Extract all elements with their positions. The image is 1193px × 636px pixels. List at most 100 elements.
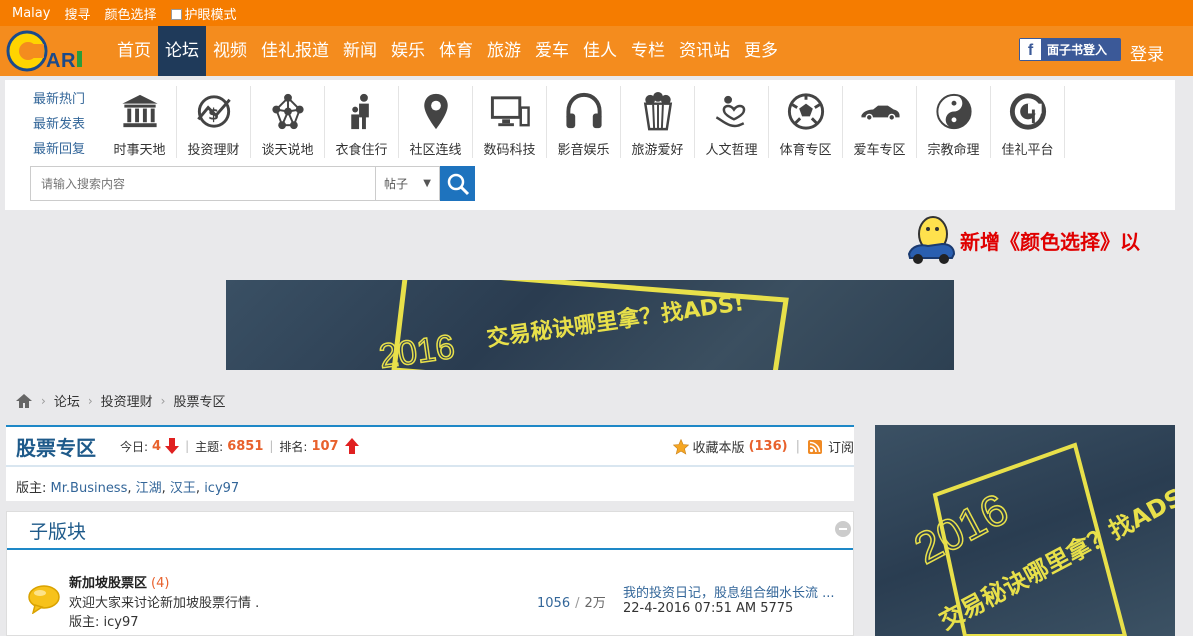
nav-item[interactable]: 视频 [206,26,254,76]
subforum-posts: 2万 [584,596,606,611]
nav-item[interactable]: 论坛 [158,26,206,76]
breadcrumb-stocks[interactable]: 股票专区 [173,391,225,410]
last-post-link[interactable]: 我的投资日记，股息组合细水长流 ... [623,582,835,601]
category-label: 体育专区 [779,143,832,158]
nav-item[interactable]: 更多 [737,26,785,76]
banner-ad-graphic: 2016 交易秘诀哪里拿？找ADS! [376,280,789,370]
category-item[interactable]: 影音娱乐 [547,86,621,158]
collapse-icon[interactable] [835,521,851,537]
search-icon [447,173,469,195]
nav-item[interactable]: 专栏 [624,26,672,76]
moderator-link[interactable]: 汉王 [170,481,196,496]
rank-value: 107 [311,438,339,454]
eyecare-toggle[interactable]: 护眼模式 [170,4,237,23]
category-item[interactable]: 人文哲理 [695,86,769,158]
latest-hot-link[interactable]: 最新热门 [33,90,85,109]
side-ad-graphic: 2016 交易秘诀哪里拿？找ADS! [906,442,1175,636]
nav-item[interactable]: 体育 [432,26,480,76]
color-select-link[interactable]: 颜色选择 [104,4,156,23]
moderator-link[interactable]: icy97 [204,481,239,496]
search-button[interactable] [440,166,475,201]
chevron-right-icon: › [87,393,93,408]
category-item[interactable]: 旅游爱好 [621,86,695,158]
slash-separator: / [575,596,580,611]
eyecare-checkbox[interactable] [170,8,182,20]
subforum-name-link[interactable]: 新加坡股票区 [69,576,147,591]
svg-text:R: R [61,50,76,72]
nav-item[interactable]: 首页 [110,26,158,76]
breadcrumb-forum[interactable]: 论坛 [54,391,80,410]
category-label: 时事天地 [113,143,166,158]
svg-text:$: $ [208,104,219,123]
category-item[interactable]: 数码科技 [473,86,547,158]
notice-marquee[interactable]: 新增《颜色选择》以 [906,212,1140,268]
category-label: 爱车专区 [853,143,906,158]
nav-item[interactable]: 资讯站 [672,26,737,76]
forum-title[interactable]: 股票专区 [16,432,96,461]
search-link[interactable]: 搜寻 [64,4,90,23]
nav-item[interactable]: 佳人 [576,26,624,76]
subforum-counts: 1056 / 2万 [537,592,606,611]
nav-item[interactable]: 佳礼报道 [254,26,336,76]
latest-replies-link[interactable]: 最新回复 [33,140,85,159]
login-link[interactable]: 登录 [1130,40,1164,65]
notice-text: 新增《颜色选择》以 [960,229,1140,254]
rank-label: 排名: [279,439,308,454]
home-icon[interactable] [15,393,33,409]
nav-item[interactable]: 爱车 [528,26,576,76]
category-item[interactable]: 衣食住行 [325,86,399,158]
search-type-value: 帖子 [384,177,409,191]
moderators-label: 版主: [16,481,47,496]
banner-text: 交易秘诀哪里拿？找ADS! [485,290,745,352]
favorite-button[interactable]: 收藏本版 [693,437,745,456]
rss-icon [807,439,822,454]
star-icon [672,438,689,455]
category-label: 佳礼平台 [1001,143,1054,158]
cari-logo[interactable]: A R [6,29,90,73]
forum-actions: 收藏本版 (136) | 订阅 [672,437,854,456]
category-item[interactable]: 社区连线 [399,86,473,158]
category-item[interactable]: 宗教命理 [917,86,991,158]
breadcrumb: › 论坛 › 投资理财 › 股票专区 [15,391,225,410]
subforum-threads: 1056 [537,596,571,611]
moderator-link[interactable]: 江湖 [136,481,162,496]
search-input[interactable] [30,166,376,201]
side-ad-year: 2016 [907,485,1016,574]
category-label: 社区连线 [409,143,462,158]
favorite-count: (136) [748,439,788,454]
category-item[interactable]: $ 投资理财 [177,86,251,158]
category-label: 衣食住行 [335,143,388,158]
today-count: 4 [152,438,162,454]
topics-count: 6851 [227,438,264,454]
category-label: 旅游爱好 [631,143,684,158]
subforum-description: 欢迎大家来讨论新加坡股票行情 . [69,596,260,611]
facebook-login-button[interactable]: f 面子书登入 [1019,38,1121,61]
banner-ad[interactable]: 2016 交易秘诀哪里拿？找ADS! [226,280,954,370]
nav-item[interactable]: 新闻 [336,26,384,76]
category-panel: 最新热门 最新发表 最新回复 时事天地 $ 投资理财 谈天说地 衣食住行 社区连… [5,80,1175,210]
today-label: 今日: [120,439,149,454]
main-navbar: A R 首页 论坛 视频 佳礼报道 新闻 娱乐 体育 旅游 爱车 佳人 专栏 资讯站 更多 f 面子书登… [0,26,1193,76]
popcorn-icon [643,91,672,131]
side-ad[interactable]: 2016 交易秘诀哪里拿？找ADS! [875,425,1175,636]
nav-item[interactable]: 旅游 [480,26,528,76]
category-label: 数码科技 [483,143,536,158]
category-item[interactable]: 体育专区 [769,86,843,158]
language-link[interactable]: Malay [12,6,50,21]
latest-posts-link[interactable]: 最新发表 [33,115,85,134]
category-item[interactable]: 佳礼平台 [991,86,1065,158]
category-item[interactable]: 时事天地 [103,86,177,158]
subforum-header: 子版块 [7,512,853,550]
subforum-section: 子版块 新加坡股票区 (4) 欢迎大家来讨论新加坡股票行情 . 版主: icy97… [6,511,854,636]
nav-item[interactable]: 娱乐 [384,26,432,76]
category-item[interactable]: 爱车专区 [843,86,917,158]
subforum-title-line: 新加坡股票区 (4) [69,572,169,591]
breadcrumb-finance[interactable]: 投资理财 [101,391,153,410]
category-list: 时事天地 $ 投资理财 谈天说地 衣食住行 社区连线 数码科技 影音娱乐 旅游爱 [103,86,1065,158]
category-item[interactable]: 谈天说地 [251,86,325,158]
moderator-link[interactable]: Mr.Business [51,481,128,496]
subscribe-button[interactable]: 订阅 [828,437,854,456]
banner-year: 2016 [377,328,457,370]
subforum-mod-link[interactable]: icy97 [104,615,139,630]
search-type-select[interactable]: 帖子 ▼ [376,166,440,201]
